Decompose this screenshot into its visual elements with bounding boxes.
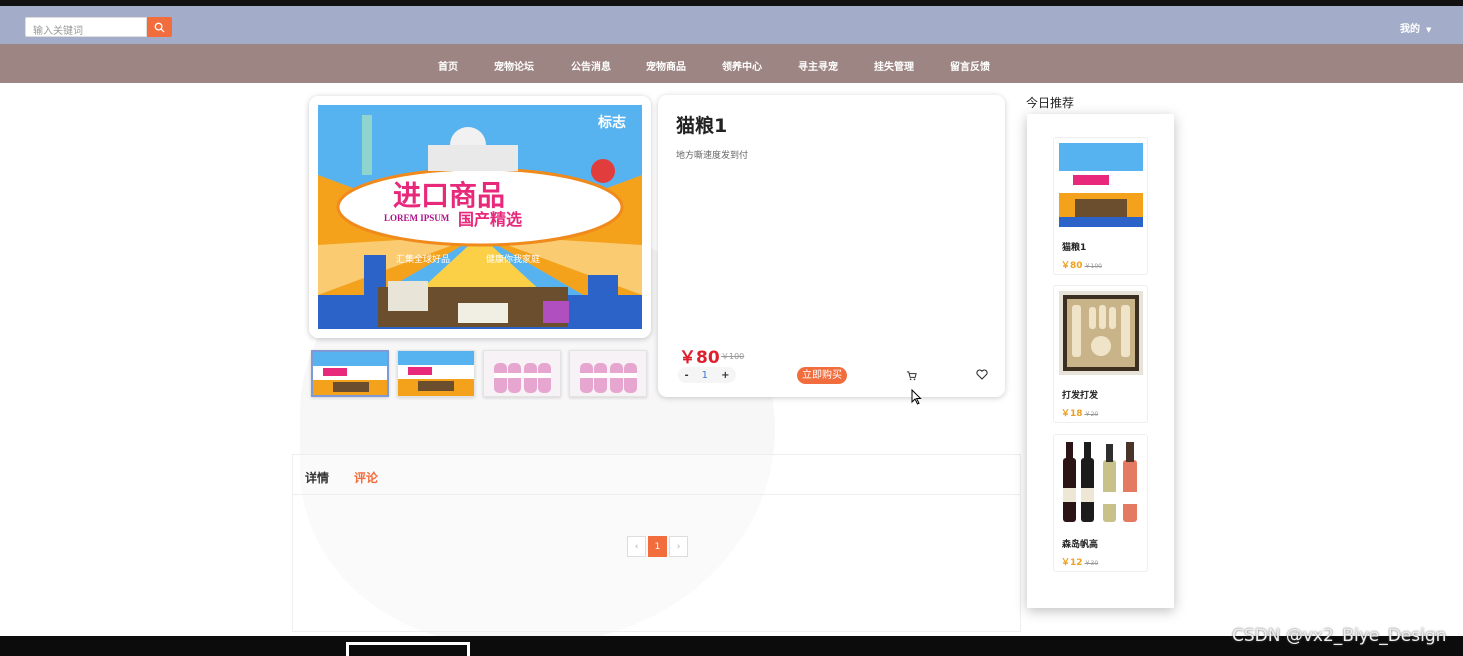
tab-comments[interactable]: 评论 [354, 469, 378, 486]
search-input[interactable]: 输入关键词 [25, 17, 147, 37]
nav-loss-report[interactable]: 挂失管理 [874, 58, 914, 73]
search-icon [154, 22, 165, 33]
user-menu[interactable]: 我的 ▼ [1400, 20, 1431, 35]
recommend-item-image [1059, 143, 1143, 227]
product-info-card: 猫粮1 地方嘶速度发到付 ￥80 ￥100 - 1 + 立即购买 [658, 95, 1005, 397]
recommend-item-price: ￥12 ￥30 [1061, 558, 1099, 568]
recommend-item-name: 猫粮1 [1062, 243, 1087, 253]
recommend-item-image [1059, 440, 1143, 524]
pagination: ‹ 1 › [627, 536, 688, 557]
banner-tag: 标志 [597, 114, 626, 131]
heart-icon[interactable] [976, 369, 988, 380]
pagination-next-button[interactable]: › [669, 536, 688, 557]
recommend-item-price: ￥80 ￥100 [1061, 261, 1102, 271]
nav-pet-products[interactable]: 宠物商品 [646, 58, 686, 73]
product-gallery: 标志 进口商品 LOREM IPSUM 国产精选 汇集全球好品 健康你我家庭 [309, 96, 651, 338]
thumbnail-4[interactable] [569, 350, 647, 397]
recommend-item-image [1059, 291, 1143, 375]
tab-details[interactable]: 详情 [305, 469, 329, 486]
watermark: CSDN @vx2_Biye_Design [1232, 626, 1447, 646]
nav-pet-forum[interactable]: 宠物论坛 [494, 58, 534, 73]
product-main-image[interactable]: 标志 进口商品 LOREM IPSUM 国产精选 汇集全球好品 健康你我家庭 [318, 105, 642, 329]
banner-title: 进口商品 [393, 179, 505, 212]
product-description: 地方嘶速度发到付 [676, 151, 749, 161]
search-button[interactable] [147, 17, 172, 37]
top-bar: 输入关键词 我的 ▼ [0, 6, 1463, 44]
pagination-prev-button[interactable]: ‹ [627, 536, 646, 557]
thumbnail-1[interactable] [311, 350, 389, 397]
quantity-stepper: - 1 + [678, 367, 736, 383]
detail-tabs-panel: 详情 评论 ‹ 1 › [292, 454, 1021, 632]
main-nav: 首页 宠物论坛 公告消息 宠物商品 领养中心 寻主寻宠 挂失管理 留言反馈 [0, 44, 1463, 83]
banner-lorem: LOREM IPSUM [384, 213, 450, 223]
recommend-item-price: ￥18 ￥20 [1061, 409, 1099, 419]
recommend-panel: 猫粮1 ￥80 ￥100 打发打发 ￥18 ￥20 森岛帆高 ￥12 ￥30 [1027, 114, 1174, 608]
banner-subtitle: 国产精选 [458, 210, 522, 229]
recommend-title: 今日推荐 [1026, 96, 1075, 110]
recommend-item[interactable]: 猫粮1 ￥80 ￥100 [1053, 137, 1148, 275]
nav-feedback[interactable]: 留言反馈 [950, 58, 990, 73]
cart-icon[interactable] [906, 370, 917, 381]
buy-now-button[interactable]: 立即购买 [797, 367, 847, 384]
quantity-value[interactable]: 1 [702, 370, 708, 381]
banner-slogan-right: 健康你我家庭 [486, 253, 540, 265]
quantity-plus-button[interactable]: + [721, 370, 729, 381]
recommend-item[interactable]: 森岛帆高 ￥12 ￥30 [1053, 434, 1148, 572]
product-price: ￥80 [679, 348, 720, 368]
tabs-header: 详情 评论 [293, 455, 1020, 495]
qr-code-image [346, 642, 470, 656]
banner-slogan-left: 汇集全球好品 [396, 253, 450, 265]
mouse-cursor-icon [911, 389, 922, 405]
quantity-minus-button[interactable]: - [685, 370, 689, 381]
recommend-item-name: 森岛帆高 [1062, 540, 1099, 550]
recommend-item-name: 打发打发 [1062, 391, 1099, 401]
user-menu-label: 我的 [1400, 24, 1420, 35]
product-title: 猫粮1 [676, 115, 728, 137]
nav-home[interactable]: 首页 [438, 58, 458, 73]
caret-down-icon: ▼ [1426, 26, 1432, 34]
nav-announcements[interactable]: 公告消息 [571, 58, 611, 73]
thumbnail-2[interactable] [397, 350, 475, 397]
pagination-page-1[interactable]: 1 [648, 536, 667, 557]
nav-adoption[interactable]: 领养中心 [722, 58, 762, 73]
thumbnail-3[interactable] [483, 350, 561, 397]
recommend-item[interactable]: 打发打发 ￥18 ￥20 [1053, 285, 1148, 423]
nav-lost-found[interactable]: 寻主寻宠 [798, 58, 838, 73]
product-old-price: ￥100 [721, 352, 745, 361]
